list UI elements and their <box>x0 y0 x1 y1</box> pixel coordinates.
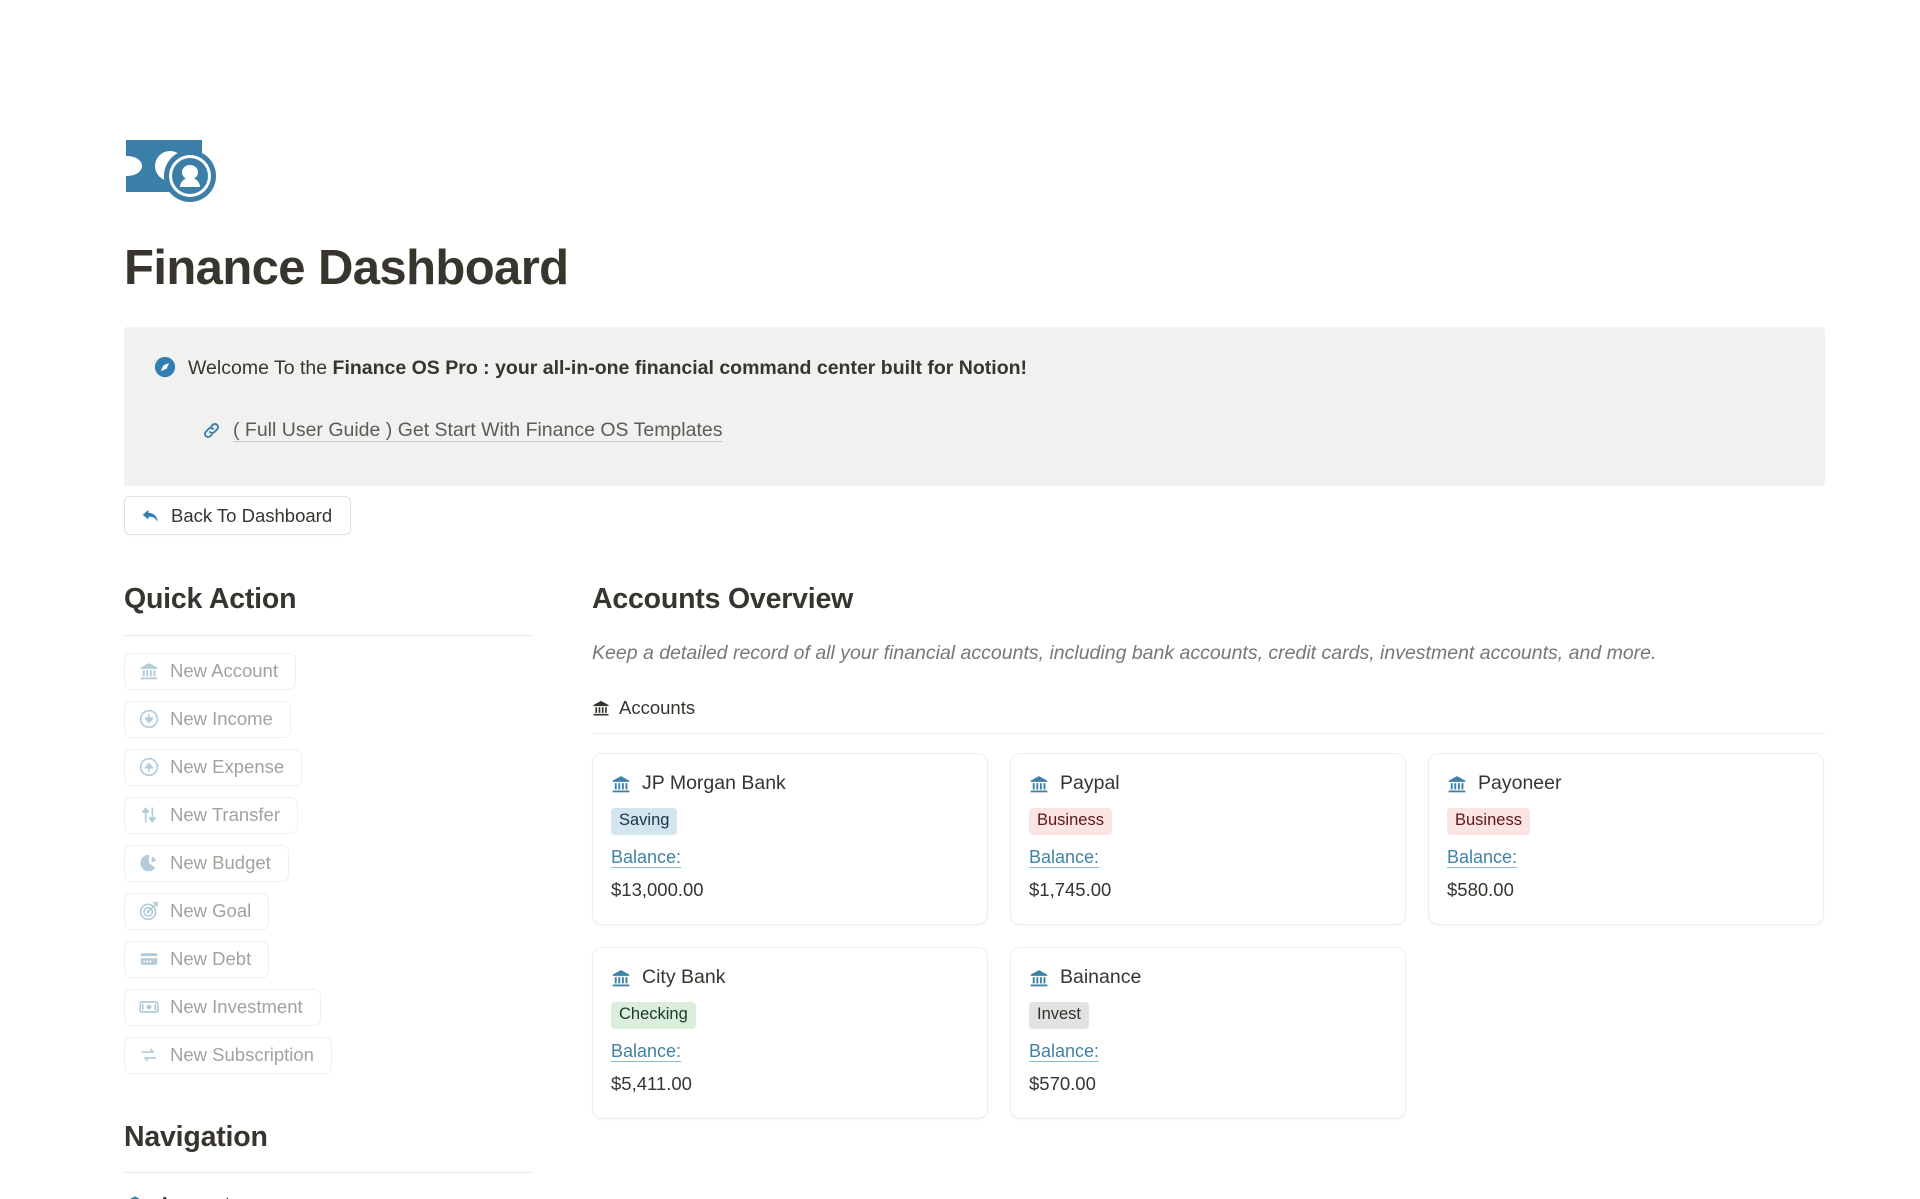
accounts-database-header[interactable]: Accounts <box>592 697 1825 719</box>
account-card-header: City Bank <box>611 966 969 989</box>
repeat-arrows-icon <box>141 1048 157 1062</box>
quick-action-label: New Transfer <box>170 804 281 826</box>
account-card-payoneer[interactable]: Payoneer Business Balance: $580.00 <box>1428 753 1824 926</box>
accounts-overview-title: Accounts Overview <box>592 583 854 615</box>
accounts-overview-description: Keep a detailed record of all your finan… <box>592 641 1657 664</box>
navigation-title: Navigation <box>124 1120 268 1153</box>
quick-action-title: Quick Action <box>124 583 297 615</box>
quick-action-new-goal[interactable]: New Goal <box>124 892 270 930</box>
nav-item-label: Accounts <box>158 1194 240 1199</box>
bank-icon <box>612 969 630 987</box>
welcome-message: Welcome To the Finance OS Pro : your all… <box>188 353 1027 383</box>
target-icon <box>139 901 158 921</box>
quick-action-divider <box>124 634 532 636</box>
account-balance-label[interactable]: Balance: <box>1029 847 1099 868</box>
account-name: City Bank <box>642 966 726 989</box>
account-name: Payoneer <box>1478 772 1562 795</box>
credit-card-icon <box>140 953 158 965</box>
account-balance-value: $580.00 <box>1447 879 1514 901</box>
account-balance-label[interactable]: Balance: <box>611 1041 681 1062</box>
back-to-dashboard-button[interactable]: Back To Dashboard <box>124 496 352 535</box>
quick-action-label: New Subscription <box>170 1044 314 1066</box>
quick-action-new-income[interactable]: New Income <box>124 700 291 738</box>
quick-action-label: New Goal <box>170 900 252 922</box>
bank-icon <box>130 1196 140 1199</box>
welcome-banner-text-row: Welcome To the Finance OS Pro : your all… <box>154 353 1795 383</box>
quick-action-label: New Debt <box>170 948 252 970</box>
account-name: Paypal <box>1060 772 1120 795</box>
user-guide-link[interactable]: ( Full User Guide ) Get Start With Finan… <box>233 419 722 442</box>
accounts-card-grid: JP Morgan Bank Saving Balance: $13,000.0… <box>592 753 1825 1120</box>
quick-action-new-budget[interactable]: New Budget <box>124 844 289 882</box>
quick-action-new-debt[interactable]: New Debt <box>124 940 270 978</box>
account-card-paypal[interactable]: Paypal Business Balance: $1,745.00 <box>1010 753 1406 926</box>
account-card-header: Paypal <box>1029 772 1387 795</box>
accounts-overview-section: Accounts Overview Keep a detailed record… <box>592 582 1825 1120</box>
banknote-icon <box>139 1001 159 1013</box>
account-type-tag: Checking <box>611 1002 696 1030</box>
quick-action-new-investment[interactable]: New Investment <box>124 988 321 1026</box>
page-title: Finance Dashboard <box>124 241 569 295</box>
back-arrow-icon <box>142 509 158 522</box>
quick-action-list: New Account New Income New Expense New T… <box>124 652 532 1085</box>
navigation-list: Accounts <box>124 1191 532 1199</box>
bank-icon <box>612 775 630 793</box>
quick-action-label: New Budget <box>170 852 271 874</box>
left-sidebar: Quick Action New Account New Income New … <box>124 582 532 1199</box>
account-card-header: JP Morgan Bank <box>611 772 969 795</box>
dashboard-page: Finance Dashboard Welcome To the Finance… <box>0 0 1920 1199</box>
welcome-banner: Welcome To the Finance OS Pro : your all… <box>124 327 1825 486</box>
account-balance-label[interactable]: Balance: <box>1447 847 1517 868</box>
quick-action-label: New Account <box>170 660 278 682</box>
quick-action-new-transfer[interactable]: New Transfer <box>124 796 299 834</box>
account-type-tag: Invest <box>1029 1002 1090 1030</box>
quick-action-new-expense[interactable]: New Expense <box>124 748 303 786</box>
bank-icon <box>1030 969 1048 987</box>
arrow-up-circle-icon <box>139 757 159 777</box>
account-balance-value: $1,745.00 <box>1029 879 1112 901</box>
compass-icon <box>154 356 176 378</box>
account-balance-label[interactable]: Balance: <box>611 847 681 868</box>
account-type-tag: Business <box>1029 808 1112 836</box>
back-to-dashboard-label: Back To Dashboard <box>171 504 333 526</box>
account-card-jp-morgan-bank[interactable]: JP Morgan Bank Saving Balance: $13,000.0… <box>592 753 988 926</box>
account-balance-value: $13,000.00 <box>611 879 704 901</box>
account-type-tag: Saving <box>611 808 678 836</box>
accounts-database-label: Accounts <box>619 697 696 719</box>
quick-action-new-account[interactable]: New Account <box>124 652 296 690</box>
account-card-city-bank[interactable]: City Bank Checking Balance: $5,411.00 <box>592 947 988 1120</box>
bank-icon <box>140 663 158 680</box>
arrow-down-circle-icon <box>139 709 159 729</box>
account-balance-value: $570.00 <box>1029 1073 1096 1095</box>
pie-chart-icon <box>140 854 157 872</box>
transfer-arrows-icon <box>142 807 156 823</box>
bank-icon <box>1030 775 1048 793</box>
account-type-tag: Business <box>1447 808 1530 836</box>
account-card-bainance[interactable]: Bainance Invest Balance: $570.00 <box>1010 947 1406 1120</box>
accounts-database-divider <box>592 733 1825 735</box>
bank-icon <box>593 701 609 716</box>
navigation-section: Navigation Accounts <box>124 1120 532 1199</box>
quick-action-new-subscription[interactable]: New Subscription <box>124 1036 332 1074</box>
account-balance-label[interactable]: Balance: <box>1029 1041 1099 1062</box>
account-balance-value: $5,411.00 <box>611 1073 692 1095</box>
welcome-prefix: Welcome To the <box>188 357 333 379</box>
banknote-person-icon <box>124 134 228 210</box>
navigation-divider <box>124 1172 532 1174</box>
link-icon <box>204 423 219 439</box>
account-name: Bainance <box>1060 966 1142 989</box>
quick-action-label: New Investment <box>170 996 303 1018</box>
account-card-header: Bainance <box>1029 966 1387 989</box>
welcome-bold: Finance OS Pro : your all-in-one financi… <box>332 357 1028 379</box>
nav-item-accounts[interactable]: Accounts <box>124 1191 532 1199</box>
quick-action-label: New Expense <box>170 756 285 778</box>
account-name: JP Morgan Bank <box>642 772 786 795</box>
user-guide-link-row[interactable]: ( Full User Guide ) Get Start With Finan… <box>201 419 1795 442</box>
bank-icon <box>1448 775 1466 793</box>
account-card-header: Payoneer <box>1447 772 1805 795</box>
quick-action-label: New Income <box>170 708 273 730</box>
